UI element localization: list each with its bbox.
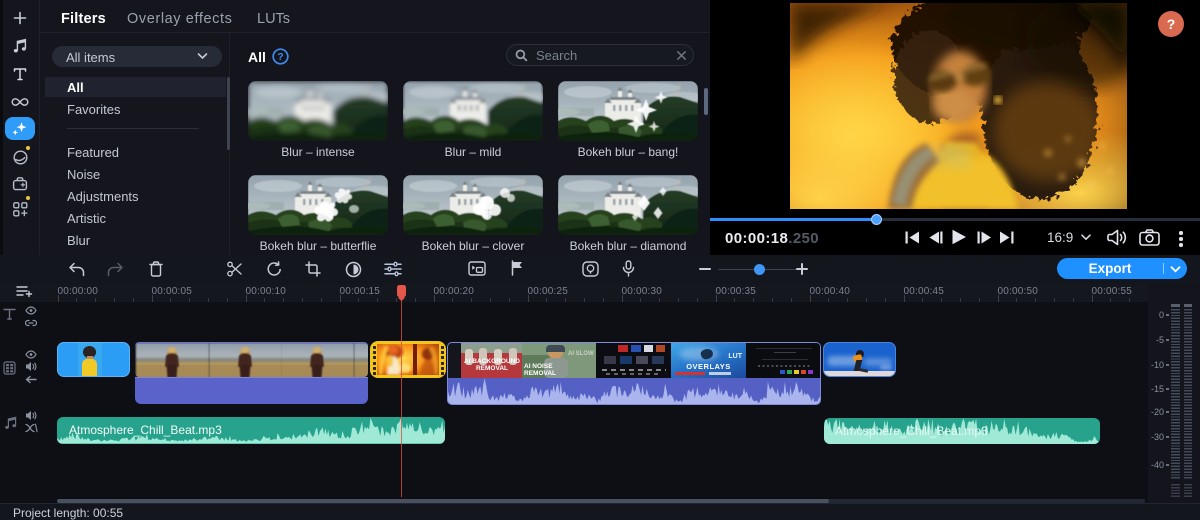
svg-text:?: ? (277, 51, 283, 63)
